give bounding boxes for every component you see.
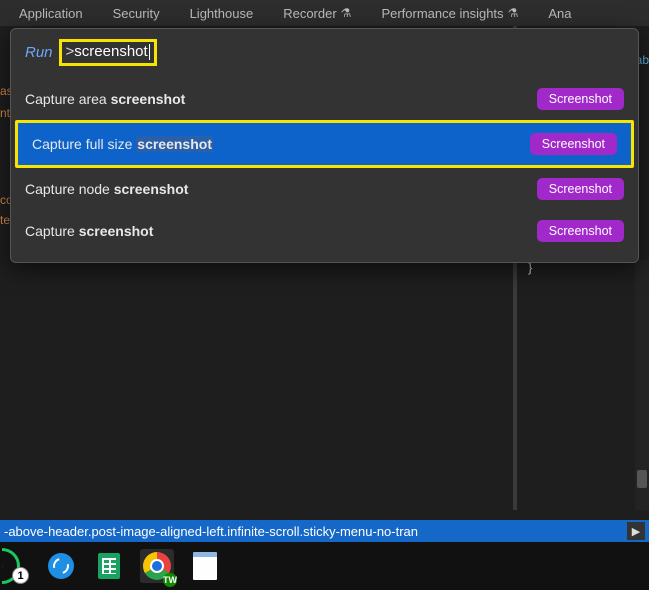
chrome-overlay-badge: TW [163, 573, 177, 587]
breadcrumb-text: -above-header.post-image-aligned-left.in… [4, 524, 418, 539]
command-label: Capture full size screenshot [32, 136, 213, 152]
taskbar-whatsapp[interactable]: 1 [2, 546, 30, 586]
windows-taskbar: 1 TW [0, 542, 649, 590]
command-query: screenshot [74, 42, 147, 62]
command-input-row[interactable]: Run >screenshot [11, 29, 638, 74]
tab-recorder[interactable]: Recorder⚗ [268, 0, 366, 26]
scrollbar-vertical[interactable] [635, 260, 649, 510]
command-item[interactable]: Capture node screenshot Screenshot [11, 168, 638, 210]
command-item-selected[interactable]: Capture full size screenshot Screenshot [15, 120, 634, 168]
category-badge: Screenshot [530, 133, 617, 155]
tab-performance-insights[interactable]: Performance insights⚗ [366, 0, 533, 26]
breadcrumb-bar[interactable]: -above-header.post-image-aligned-left.in… [0, 520, 649, 542]
breadcrumb-scroll-right[interactable]: ▶ [627, 522, 645, 540]
code-fragment-left: as nt [0, 80, 10, 124]
scrollbar-thumb[interactable] [637, 470, 647, 488]
category-badge: Screenshot [537, 88, 624, 110]
tab-truncated[interactable]: Ana [533, 0, 586, 26]
command-item[interactable]: Capture area screenshot Screenshot [11, 78, 638, 120]
prompt-symbol: > [66, 42, 75, 62]
tab-security[interactable]: Security [98, 0, 175, 26]
category-badge: Screenshot [537, 220, 624, 242]
taskbar-notepad[interactable] [188, 549, 222, 583]
spreadsheet-icon [98, 553, 120, 579]
taskbar-sync[interactable] [44, 549, 78, 583]
code-fragment-left: co te [0, 190, 10, 230]
taskbar-sheets[interactable] [92, 549, 126, 583]
text-caret [149, 44, 150, 60]
devtools-tabbar: Application Security Lighthouse Recorder… [0, 0, 649, 26]
tab-lighthouse[interactable]: Lighthouse [175, 0, 269, 26]
command-label: Capture screenshot [25, 223, 153, 239]
command-item[interactable]: Capture screenshot Screenshot [11, 210, 638, 252]
category-badge: Screenshot [537, 178, 624, 200]
sync-icon [48, 553, 74, 579]
flask-icon: ⚗ [341, 6, 352, 20]
command-input-highlight: >screenshot [59, 39, 157, 66]
tab-application[interactable]: Application [4, 0, 98, 26]
notification-badge: 1 [12, 567, 29, 584]
command-list: Capture area screenshot Screenshot Captu… [11, 74, 638, 262]
run-prefix: Run [25, 44, 53, 61]
command-label: Capture node screenshot [25, 181, 188, 197]
command-menu: Run >screenshot Capture area screenshot … [10, 28, 639, 263]
command-label: Capture area screenshot [25, 91, 185, 107]
notepad-icon [193, 552, 217, 580]
flask-icon: ⚗ [508, 6, 519, 20]
taskbar-chrome[interactable]: TW [140, 549, 174, 583]
